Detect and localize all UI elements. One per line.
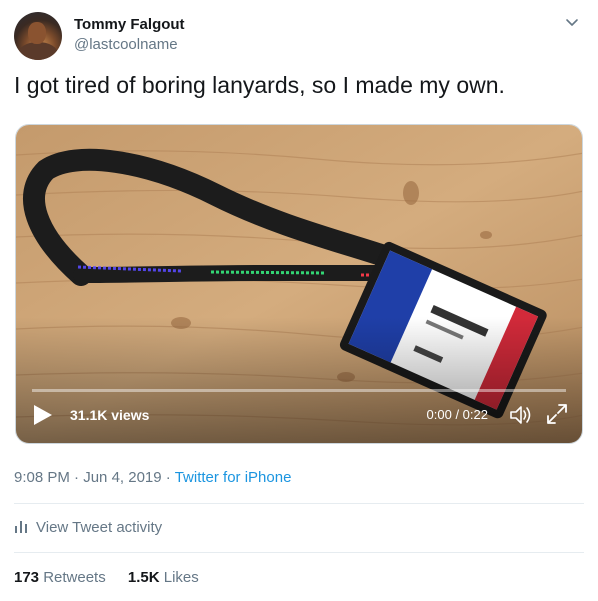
tweet-stats: 173 Retweets 1.5K Likes: [14, 568, 217, 588]
retweets-count: 173: [14, 569, 40, 586]
volume-icon[interactable]: [506, 401, 534, 429]
handle[interactable]: @lastcoolname: [74, 35, 185, 55]
author-block[interactable]: Tommy Falgout @lastcoolname: [74, 15, 185, 55]
video-controls: 31.1K views 0:00 / 0:22: [16, 387, 582, 443]
tweet-source-link[interactable]: Twitter for iPhone: [175, 469, 292, 486]
retweets-stat[interactable]: 173 Retweets: [14, 569, 106, 586]
divider: [14, 503, 584, 504]
tweet-text: I got tired of boring lanyards, so I mad…: [14, 72, 505, 98]
expand-icon[interactable]: [544, 401, 570, 427]
tweet-time[interactable]: 9:08 PM: [14, 469, 70, 486]
view-count: 31.1K views: [70, 407, 150, 423]
likes-count: 1.5K: [127, 569, 160, 586]
tweet-meta: 9:08 PM · Jun 4, 2019 · Twitter for iPho…: [14, 468, 291, 488]
divider: [14, 552, 584, 553]
display-name[interactable]: Tommy Falgout: [74, 15, 185, 35]
video-time: 0:00 / 0:22: [426, 407, 488, 422]
chevron-down-icon[interactable]: [564, 14, 580, 30]
activity-label[interactable]: View Tweet activity: [36, 519, 162, 536]
video-player[interactable]: 31.1K views 0:00 / 0:22: [15, 124, 583, 444]
avatar[interactable]: [14, 12, 62, 60]
view-tweet-activity[interactable]: View Tweet activity: [14, 518, 162, 538]
meta-separator: ·: [161, 469, 175, 486]
tweet-date[interactable]: Jun 4, 2019: [83, 469, 161, 486]
play-icon[interactable]: [32, 403, 54, 427]
meta-separator: ·: [69, 469, 84, 486]
likes-label: Likes: [159, 569, 199, 586]
bar-chart-icon: [15, 521, 27, 533]
retweets-label: Retweets: [39, 569, 106, 586]
likes-stat[interactable]: 1.5K Likes: [128, 569, 199, 586]
tweet-header: Tommy Falgout @lastcoolname: [14, 12, 584, 62]
